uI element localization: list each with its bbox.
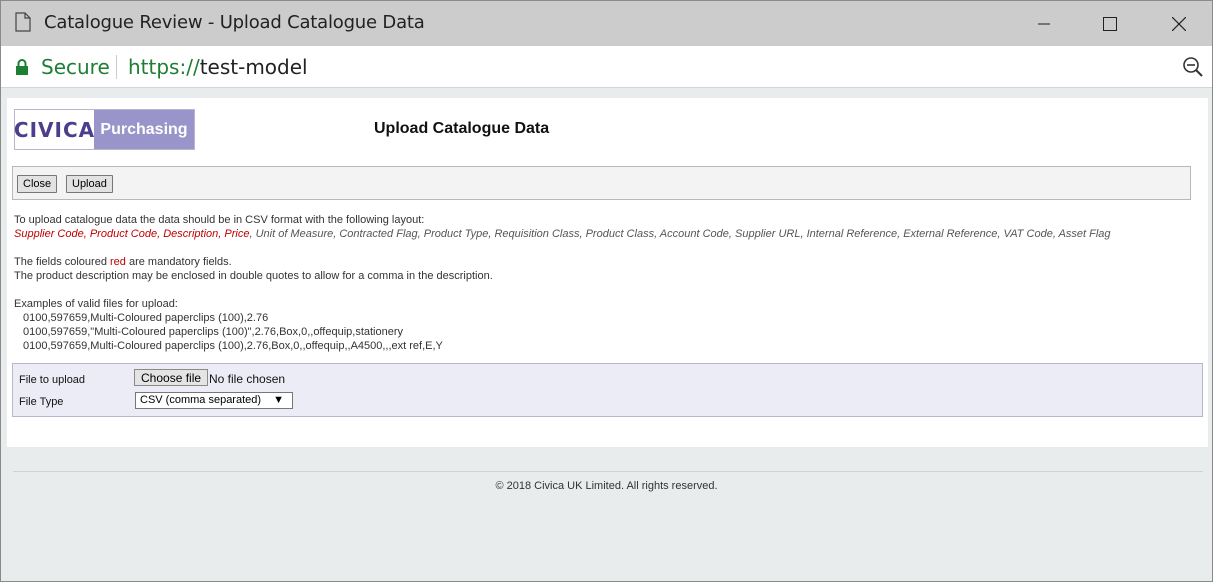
address-divider [116,55,117,79]
field-layout: Supplier Code, Product Code, Description… [14,228,1111,240]
field-optional: Product Class [585,228,655,240]
field-mandatory: Product Code [89,228,158,240]
page-title: Upload Catalogue Data [374,120,550,137]
file-type-select[interactable]: CSV (comma separated) ▼ [135,392,293,409]
civica-logo: CIVICA Purchasing [14,109,195,150]
close-button[interactable]: Close [17,175,58,193]
field-optional: Supplier URL [735,228,801,240]
field-optional: Unit of Measure [255,228,334,240]
choose-file-button[interactable]: Choose file [134,369,209,386]
footer-divider [13,471,1203,472]
close-icon [1172,16,1186,31]
upload-button[interactable]: Upload [66,175,113,193]
secure-label: Secure [41,55,110,79]
mandatory-note-prefix: The fields coloured [14,256,110,268]
mandatory-note-suffix: are mandatory fields. [125,256,232,268]
url-text[interactable]: https://test-model [128,55,308,79]
maximize-button[interactable] [1087,1,1133,46]
logo-product: Purchasing [94,110,194,149]
file-type-value: CSV (comma separated) [140,394,262,406]
browser-window: Catalogue Review - Upload Catalogue Data… [0,0,1213,582]
lock-icon [15,59,29,80]
minimize-button[interactable] [1021,1,1067,46]
field-optional: Account Code [659,228,729,240]
no-file-text: No file chosen [209,372,286,386]
mandatory-note: The fields coloured red are mandatory fi… [14,255,1111,269]
field-optional: Requisition Class [494,228,580,240]
examples-heading: Examples of valid files for upload: [14,298,178,310]
field-optional: External Reference [903,228,998,240]
page-icon [15,12,31,32]
url-protocol: https:// [128,55,200,79]
minimize-icon [1038,23,1050,24]
field-optional: Contracted Flag [339,228,418,240]
mandatory-note-red: red [110,256,126,268]
window-title: Catalogue Review - Upload Catalogue Data [44,12,425,33]
field-mandatory: Price [224,228,250,240]
field-mandatory: Supplier Code [14,228,84,240]
maximize-icon [1103,16,1117,31]
logo-brand: CIVICA [14,110,94,149]
field-optional: Internal Reference [806,228,898,240]
url-host: test-model [199,55,308,79]
file-to-upload-label: File to upload [19,374,86,386]
field-mandatory: Description [163,228,219,240]
field-optional: VAT Code [1003,228,1053,240]
instructions-intro: To upload catalogue data the data should… [14,214,425,226]
file-type-label: File Type [19,396,64,408]
upload-form: File to upload Choose file No file chose… [12,363,1203,417]
copyright-footer: © 2018 Civica UK Limited. All rights res… [495,480,718,492]
field-optional: Product Type [423,228,489,240]
page-content: CIVICA Purchasing Upload Catalogue Data … [1,88,1212,581]
action-toolbar: Close Upload [12,166,1191,200]
dropdown-arrow-icon: ▼ [273,394,284,406]
field-optional: Asset Flag [1058,228,1111,240]
close-window-button[interactable] [1156,1,1202,46]
example-line: 0100,597659,"Multi-Coloured paperclips (… [23,326,404,338]
example-line: 0100,597659,Multi-Coloured paperclips (1… [23,340,443,352]
zoom-icon[interactable] [1182,56,1204,83]
title-bar: Catalogue Review - Upload Catalogue Data [1,1,1212,46]
quotes-note: The product description may be enclosed … [14,270,493,282]
example-line: 0100,597659,Multi-Coloured paperclips (1… [23,312,269,324]
main-panel: CIVICA Purchasing Upload Catalogue Data … [7,98,1208,447]
upload-instructions: To upload catalogue data the data should… [14,213,1111,353]
address-bar[interactable]: Secure https://test-model [1,46,1212,88]
